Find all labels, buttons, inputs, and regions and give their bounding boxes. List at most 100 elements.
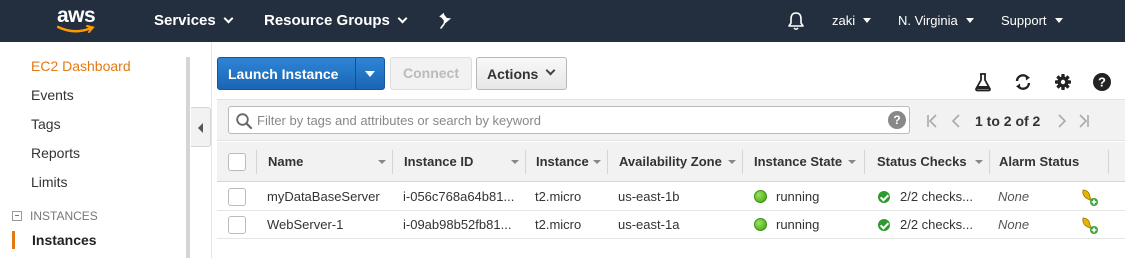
resource-groups-label: Resource Groups [264, 12, 390, 29]
aws-logo[interactable]: aws [55, 4, 101, 36]
cell-instance-state: running [776, 217, 820, 232]
check-icon [878, 219, 890, 231]
cell-name: WebServer-1 [267, 217, 344, 232]
sidebar: EC2 Dashboard Events Tags Reports Limits… [0, 42, 190, 258]
check-icon [878, 191, 890, 203]
split-divider [355, 58, 356, 89]
support-menu[interactable]: Support [1001, 0, 1063, 42]
caret-down-icon [863, 18, 872, 23]
column-header-status-checks[interactable]: Status Checks [877, 142, 967, 182]
divider [211, 42, 212, 258]
column-divider [256, 150, 257, 174]
add-alarm-icon[interactable] [1080, 187, 1100, 207]
pin-icon[interactable] [438, 12, 454, 30]
support-label: Support [1001, 13, 1047, 28]
sidebar-item-reports[interactable]: Reports [31, 145, 80, 161]
cell-instance-type: t2.micro [535, 189, 582, 204]
column-divider [1108, 150, 1109, 174]
refresh-icon[interactable] [1013, 72, 1033, 92]
selected-indicator [12, 231, 15, 249]
prev-page-icon[interactable] [947, 100, 965, 142]
search-icon [236, 113, 253, 130]
help-icon[interactable]: ? [1092, 72, 1112, 92]
sidebar-item-limits[interactable]: Limits [31, 174, 68, 190]
cell-instance-id: i-056c768a64b81... [403, 189, 515, 204]
resource-groups-menu[interactable]: Resource Groups [264, 0, 408, 42]
column-header-alarm-status[interactable]: Alarm Status [999, 142, 1079, 182]
column-divider [607, 150, 608, 174]
row-checkbox[interactable] [228, 216, 246, 234]
region-menu[interactable]: N. Virginia [898, 0, 974, 42]
column-header-instance-type[interactable]: Instance [536, 142, 589, 182]
column-header-instance-state[interactable]: Instance State [754, 142, 842, 182]
cell-availability-zone: us-east-1a [618, 217, 680, 232]
column-divider [392, 150, 393, 174]
flask-icon[interactable] [973, 72, 993, 92]
actions-label: Actions [487, 66, 539, 82]
sidebar-scrollbar[interactable] [186, 57, 190, 258]
actions-button[interactable]: Actions [476, 57, 567, 90]
row-checkbox[interactable] [228, 188, 246, 206]
table-header: Name Instance ID Instance Availability Z… [217, 142, 1125, 182]
column-divider [989, 150, 990, 174]
collapse-icon [12, 211, 22, 221]
search-box: ? [228, 106, 910, 134]
cell-alarm-status: None [998, 217, 1030, 232]
filter-bar: ? 1 to 2 of 2 [217, 99, 1125, 141]
sort-caret-icon [728, 160, 736, 164]
column-header-instance-id[interactable]: Instance ID [404, 142, 473, 182]
svg-text:?: ? [1098, 75, 1106, 90]
sidebar-item-ec2-dashboard[interactable]: EC2 Dashboard [31, 58, 131, 74]
sort-caret-icon [593, 160, 601, 164]
launch-instance-button[interactable]: Launch Instance [217, 57, 385, 90]
user-menu[interactable]: zaki [832, 0, 872, 42]
table-row[interactable]: myDataBaseServer i-056c768a64b81... t2.m… [217, 183, 1125, 211]
bell-icon[interactable] [787, 11, 805, 31]
sidebar-section-instances[interactable]: INSTANCES [12, 209, 98, 223]
sort-caret-icon [848, 160, 856, 164]
running-status-icon [754, 218, 767, 231]
caret-down-icon [965, 18, 974, 23]
cell-status-checks[interactable]: 2/2 checks... [900, 211, 980, 239]
next-page-icon[interactable] [1053, 100, 1071, 142]
last-page-icon[interactable] [1075, 100, 1093, 142]
cell-availability-zone: us-east-1b [618, 189, 680, 204]
caret-down-icon [1054, 18, 1063, 23]
gear-icon[interactable] [1053, 72, 1073, 92]
aws-smile-icon [57, 25, 95, 33]
column-divider [864, 150, 865, 174]
table-row[interactable]: WebServer-1 i-09ab98b52fb81... t2.micro … [217, 211, 1125, 239]
search-help-icon[interactable]: ? [888, 111, 906, 129]
user-label: zaki [832, 13, 856, 28]
cell-name: myDataBaseServer [267, 189, 380, 204]
add-alarm-icon[interactable] [1080, 215, 1100, 235]
column-header-availability-zone[interactable]: Availability Zone [619, 142, 722, 182]
collapse-sidebar-toggle[interactable] [191, 107, 211, 147]
cell-instance-id: i-09ab98b52fb81... [403, 217, 512, 232]
column-divider [742, 150, 743, 174]
section-label: INSTANCES [30, 209, 98, 223]
running-status-icon [754, 190, 767, 203]
sort-caret-icon [378, 160, 386, 164]
sidebar-item-instances[interactable]: Instances [32, 232, 97, 248]
connect-button[interactable]: Connect [390, 57, 472, 90]
sort-caret-icon [975, 160, 983, 164]
pagination-label: 1 to 2 of 2 [975, 113, 1041, 129]
region-label: N. Virginia [898, 13, 958, 28]
sidebar-item-tags[interactable]: Tags [31, 116, 61, 132]
search-input[interactable] [257, 110, 877, 130]
cell-alarm-status: None [998, 189, 1030, 204]
chevron-down-icon [223, 13, 234, 24]
cell-status-checks[interactable]: 2/2 checks... [900, 183, 980, 211]
first-page-icon[interactable] [923, 100, 941, 142]
launch-instance-label: Launch Instance [228, 66, 339, 82]
chevron-down-icon [545, 65, 556, 76]
caret-down-icon[interactable] [365, 71, 375, 77]
top-navigation-bar: aws Services Resource Groups zaki N. Vir… [0, 0, 1125, 42]
services-label: Services [154, 12, 216, 29]
services-menu[interactable]: Services [154, 0, 234, 42]
sort-caret-icon [511, 160, 519, 164]
sidebar-item-events[interactable]: Events [31, 87, 74, 103]
column-header-name[interactable]: Name [268, 142, 303, 182]
select-all-checkbox[interactable] [228, 153, 246, 171]
